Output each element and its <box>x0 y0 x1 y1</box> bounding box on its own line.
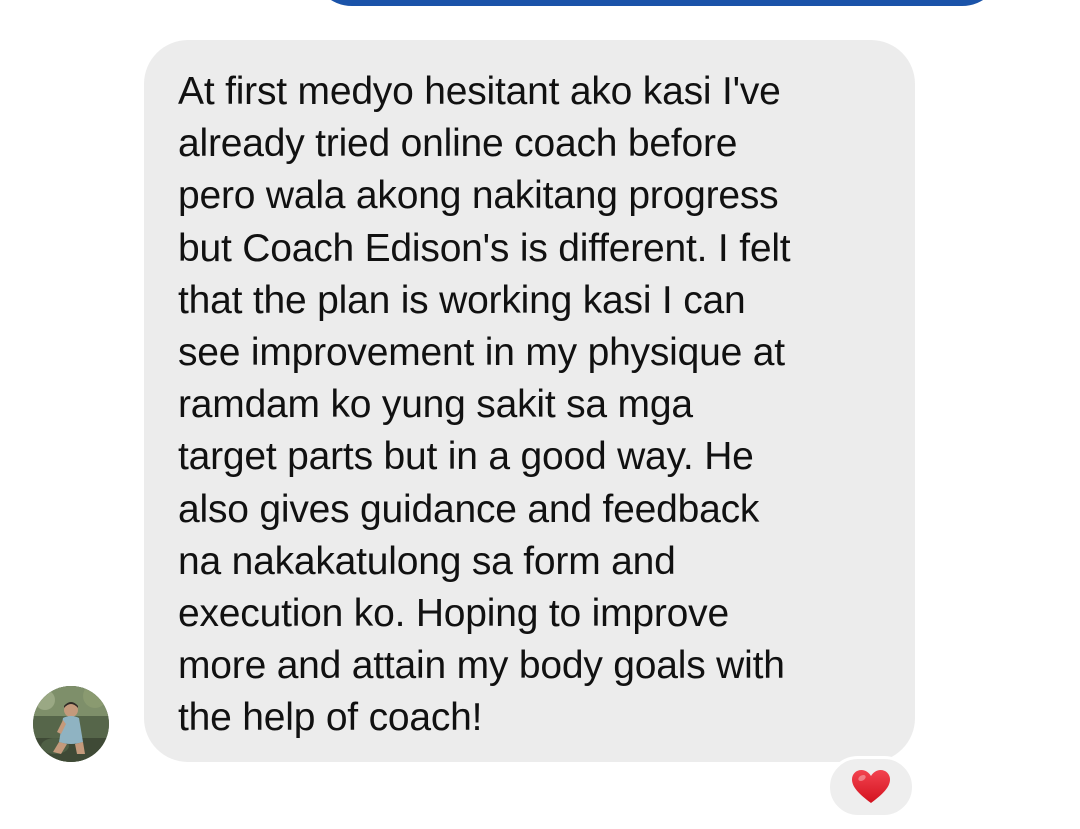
incoming-message-bubble[interactable]: At first medyo hesitant ako kasi I've al… <box>144 40 915 762</box>
avatar-photo-icon <box>33 686 109 762</box>
heart-icon <box>852 770 890 803</box>
reaction-badge[interactable] <box>827 756 915 818</box>
outgoing-message-bubble[interactable] <box>312 0 1002 6</box>
sender-avatar[interactable] <box>33 686 109 762</box>
message-text: At first medyo hesitant ako kasi I've al… <box>178 70 791 740</box>
